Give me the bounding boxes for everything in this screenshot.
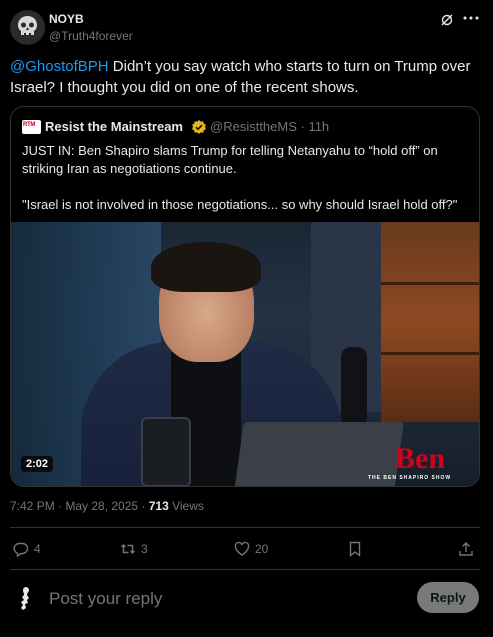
video-panel-line [381,282,479,285]
repost-icon [121,544,135,554]
quoted-avatar: RTM [22,120,41,134]
like-icon [234,541,250,556]
reply-count: 4 [34,542,41,556]
repost-count: 3 [141,542,148,556]
video-player[interactable]: Ben THE BEN SHAPIRO SHOW 2:02 [11,222,479,486]
video-microphone [341,347,367,427]
mention-link[interactable]: @GhostofBPH [10,58,109,75]
skull-avatar-icon [18,16,37,35]
quoted-avatar-text: RTM [23,122,36,128]
reply-submit-button[interactable]: Reply [417,582,479,613]
view-count: 713 [148,499,169,513]
author-avatar[interactable] [10,10,45,45]
like-button[interactable]: 20 [234,538,268,560]
quoted-text-line-2: "Israel is not involved in those negotia… [22,197,458,212]
verified-badge-icon [192,120,206,134]
user-avatar-icon [12,584,40,614]
reply-input[interactable]: Post your reply [49,589,162,609]
author-handle[interactable]: @Truth4forever [49,29,133,43]
action-bar: 4 3 20 [10,538,480,560]
reply-icon [13,542,29,557]
post-meta: 7:42 PM · May 28, 2025 · 713 Views [10,499,204,513]
views-label: Views [168,499,204,513]
post-header: NOYB @Truth4forever [10,10,480,46]
quoted-handle-time: @ResisttheMS · 11h [210,119,330,134]
quoted-post[interactable]: RTM Resist the Mainstream @ResisttheMS ·… [10,106,480,487]
video-wood-panel [381,222,479,422]
author-name[interactable]: NOYB [49,12,84,26]
grok-icon[interactable] [440,13,454,27]
repost-button[interactable]: 3 [120,538,148,560]
video-panel-line [381,352,479,355]
bookmark-icon [349,541,361,557]
video-person-hair [151,242,261,292]
reply-button[interactable]: 4 [13,538,41,560]
quoted-post-header: RTM Resist the Mainstream @ResisttheMS ·… [22,119,470,135]
quoted-text-line-1: JUST IN: Ben Shapiro slams Trump for tel… [22,143,438,176]
divider [10,527,480,528]
reply-composer: Post your reply Reply [10,582,480,616]
post-timestamp[interactable]: 7:42 PM · May 28, 2025 · [10,499,149,513]
quoted-author-name: Resist the Mainstream [45,119,183,134]
share-icon [459,542,473,556]
video-cup [141,417,191,486]
video-duration: 2:02 [21,456,54,472]
post-text: @GhostofBPH Didn’t you say watch who sta… [10,56,480,98]
divider [10,569,480,570]
share-button[interactable] [458,538,479,560]
more-icon[interactable] [463,15,479,21]
bookmark-button[interactable] [347,538,368,560]
show-logo-subtitle: THE BEN SHAPIRO SHOW [368,475,452,481]
quoted-text: JUST IN: Ben Shapiro slams Trump for tel… [22,142,470,214]
like-count: 20 [255,542,269,556]
show-logo: Ben [395,442,446,475]
